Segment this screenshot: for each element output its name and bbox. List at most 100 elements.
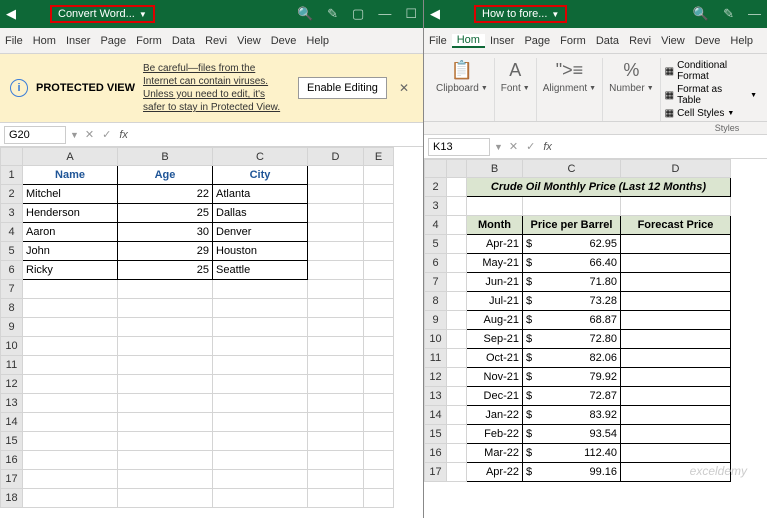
cancel-formula-icon[interactable]: ✕ [85,128,94,141]
format-table-button[interactable]: ▦Format as Table▼ [665,84,757,106]
cell[interactable] [23,394,118,413]
cell[interactable] [308,261,364,280]
cell[interactable] [213,470,308,489]
cell[interactable] [308,375,364,394]
row-header[interactable]: 15 [425,425,447,444]
font-icon[interactable]: A [509,60,521,81]
cell[interactable] [447,216,467,235]
cell[interactable]: Price per Barrel [523,216,621,235]
cell[interactable] [308,223,364,242]
cell[interactable] [213,280,308,299]
cell[interactable] [364,318,394,337]
cell[interactable] [308,318,364,337]
cell[interactable] [364,185,394,204]
cell[interactable] [118,470,213,489]
cell[interactable] [213,318,308,337]
cell[interactable] [308,489,364,508]
row-header[interactable]: 4 [1,223,23,242]
cell[interactable] [447,292,467,311]
row-header[interactable]: 10 [1,337,23,356]
namebox-dropdown-icon[interactable]: ▼ [70,130,79,140]
ribbon-group-number[interactable]: % Number▼ [603,58,661,121]
cell[interactable]: 25 [118,204,213,223]
cell[interactable] [621,425,731,444]
row-header[interactable]: 3 [1,204,23,223]
cell[interactable] [213,451,308,470]
cell[interactable] [213,299,308,318]
cell[interactable]: Jul-21 [467,292,523,311]
menu-page[interactable]: Page [95,35,131,47]
cell[interactable]: Month [467,216,523,235]
cell[interactable] [364,413,394,432]
cell[interactable] [447,235,467,254]
cell[interactable] [364,204,394,223]
cell[interactable] [364,166,394,185]
save-icon[interactable]: ✎ [327,6,338,22]
cell[interactable]: Jan-22 [467,406,523,425]
cell[interactable]: May-21 [467,254,523,273]
chevron-down-icon[interactable]: ▼ [481,85,488,92]
spreadsheet-grid[interactable]: B C D 2 Crude Oil Monthly Price (Last 12… [424,159,767,518]
cell[interactable] [621,197,731,216]
cell[interactable] [364,470,394,489]
cell[interactable]: $83.92 [523,406,621,425]
cell[interactable] [447,197,467,216]
cell[interactable] [308,166,364,185]
row-header[interactable]: 13 [1,394,23,413]
number-icon[interactable]: % [623,60,639,81]
cell[interactable]: Oct-21 [467,349,523,368]
save-icon[interactable]: ✎ [723,6,734,22]
cell[interactable] [213,489,308,508]
row-header[interactable]: 7 [1,280,23,299]
cell[interactable] [467,197,523,216]
cell[interactable]: $72.87 [523,387,621,406]
menu-review[interactable]: Revi [200,35,232,47]
menu-review[interactable]: Revi [624,35,656,47]
menu-formulas[interactable]: Form [555,35,591,47]
cell[interactable] [364,261,394,280]
chevron-down-icon[interactable]: ▼ [523,85,530,92]
cell[interactable] [118,394,213,413]
row-header[interactable]: 6 [1,261,23,280]
row-header[interactable]: 8 [425,292,447,311]
cell[interactable]: $99.16 [523,463,621,482]
col-header[interactable]: A [23,148,118,166]
cell[interactable]: $72.80 [523,330,621,349]
cell[interactable]: Age [118,166,213,185]
cell[interactable]: Ricky [23,261,118,280]
cell[interactable]: Feb-22 [467,425,523,444]
cell[interactable] [523,197,621,216]
search-icon[interactable]: 🔍 [693,6,709,22]
window-icon[interactable]: ▢ [352,6,364,22]
cell[interactable] [621,254,731,273]
title-dropdown-icon[interactable]: ▼ [551,10,559,19]
cell[interactable] [364,223,394,242]
menu-data[interactable]: Data [591,35,624,47]
cell[interactable]: Nov-21 [467,368,523,387]
cell[interactable] [621,330,731,349]
menu-file[interactable]: File [424,35,452,47]
cell[interactable] [23,413,118,432]
cell[interactable] [447,406,467,425]
cell[interactable] [447,349,467,368]
menu-data[interactable]: Data [167,35,200,47]
row-header[interactable]: 11 [1,356,23,375]
menu-help[interactable]: Help [725,35,758,47]
cell[interactable] [621,349,731,368]
menu-file[interactable]: File [0,35,28,47]
col-header[interactable]: C [213,148,308,166]
cell[interactable] [447,425,467,444]
cell[interactable] [364,489,394,508]
cell[interactable] [23,470,118,489]
menu-home[interactable]: Hom [452,34,485,48]
row-header[interactable]: 15 [1,432,23,451]
row-header[interactable]: 5 [425,235,447,254]
cell[interactable] [308,337,364,356]
cell[interactable] [308,470,364,489]
menu-formulas[interactable]: Form [131,35,167,47]
accept-formula-icon[interactable]: ✓ [102,128,111,141]
ribbon-group-font[interactable]: A Font▼ [495,58,537,121]
cell[interactable] [621,292,731,311]
conditional-format-button[interactable]: ▦Conditional Format [665,60,757,82]
row-header[interactable]: 8 [1,299,23,318]
